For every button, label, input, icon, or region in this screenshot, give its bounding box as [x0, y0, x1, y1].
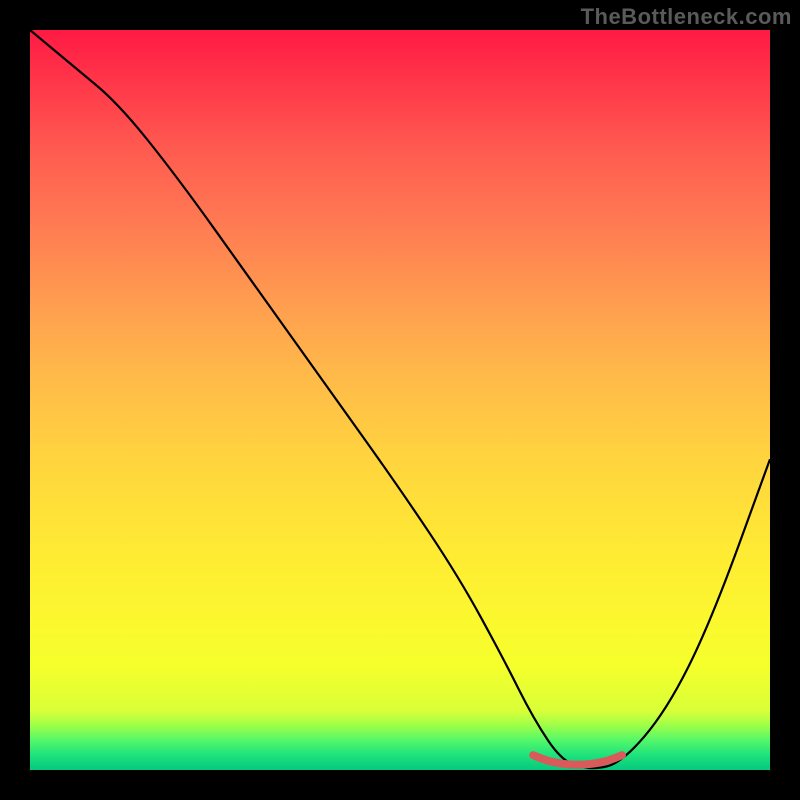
plot-area: [30, 30, 770, 770]
chart-frame: TheBottleneck.com: [0, 0, 800, 800]
bottleneck-curve: [30, 30, 770, 768]
watermark-text: TheBottleneck.com: [581, 4, 792, 30]
curve-svg: [30, 30, 770, 770]
optimal-flat-segment: [533, 755, 622, 764]
